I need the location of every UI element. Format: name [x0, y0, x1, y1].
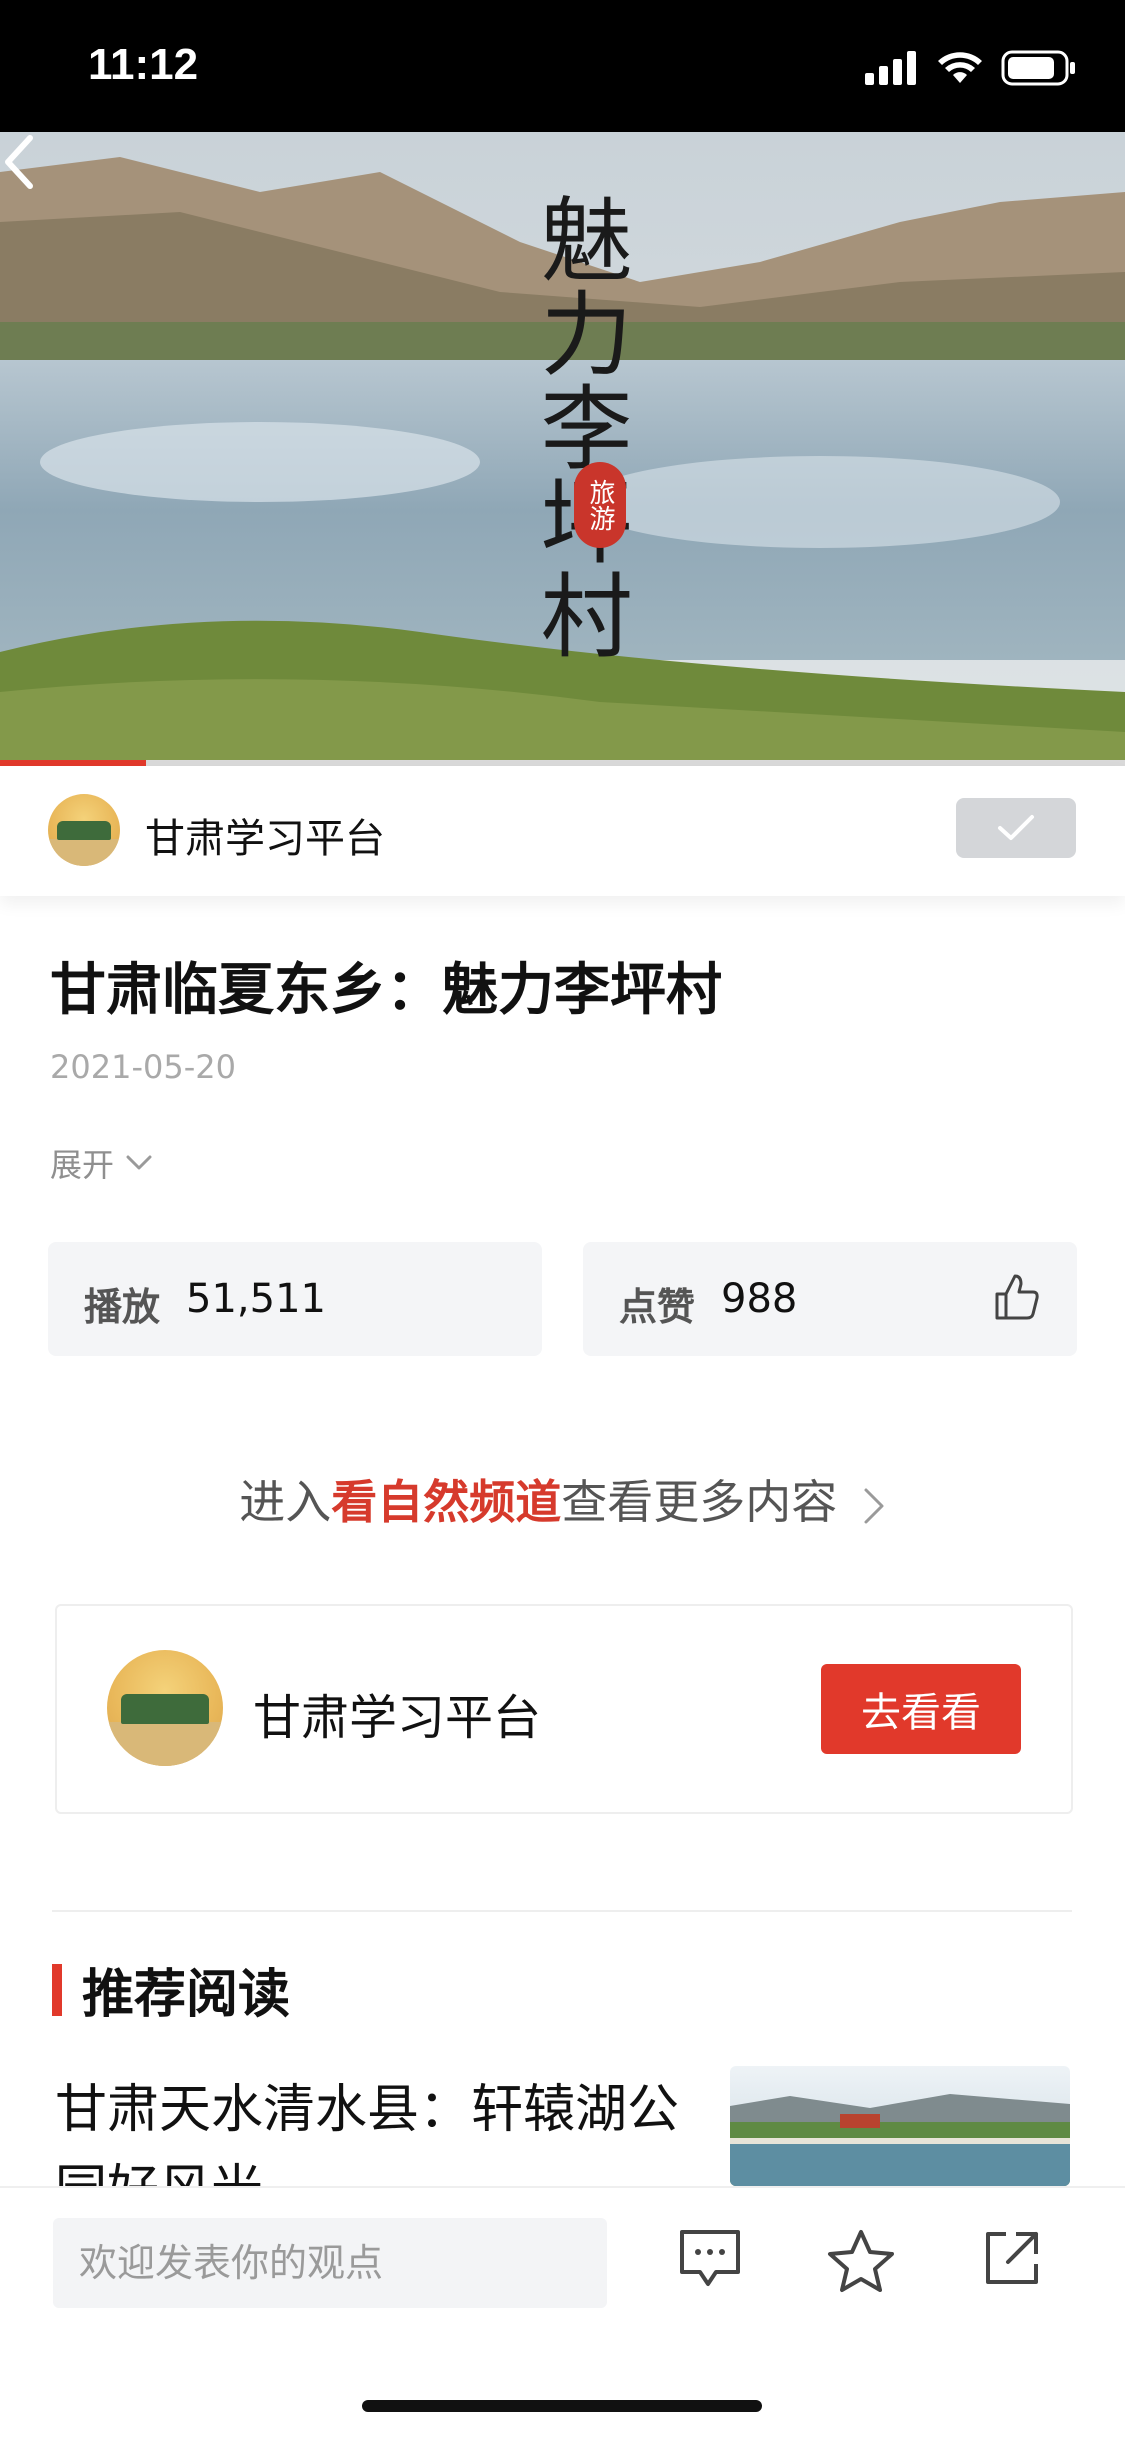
publisher-card-name[interactable]: 甘肃学习平台 — [253, 1678, 541, 1748]
video-player[interactable]: 魅力李坪村 旅游 — [0, 132, 1125, 766]
battery-icon — [1001, 50, 1075, 86]
comment-input[interactable]: 欢迎发表你的观点 — [53, 2218, 607, 2308]
recommend-section-title: 推荐阅读 — [82, 1964, 291, 2025]
channel-link-name: 看自然频道 — [331, 1475, 562, 1529]
section-accent-bar — [52, 1963, 62, 2016]
home-indicator — [362, 2400, 762, 2412]
like-box[interactable]: 点赞 988 — [583, 1242, 1077, 1356]
play-count: 51,511 — [186, 1276, 326, 1322]
lake-park-illustration — [730, 2094, 1070, 2186]
comment-icon[interactable] — [678, 2228, 742, 2288]
star-icon[interactable] — [826, 2228, 896, 2294]
expand-label: 展开 — [50, 1146, 115, 1184]
like-label: 点赞 — [619, 1284, 696, 1329]
go-see-button[interactable]: 去看看 — [821, 1664, 1021, 1754]
publisher-bar: 甘肃学习平台 — [0, 766, 1125, 896]
article-date: 2021-05-20 — [50, 1048, 236, 1086]
bottom-action-bar: 欢迎发表你的观点 — [0, 2186, 1125, 2438]
publisher-name[interactable]: 甘肃学习平台 — [145, 806, 385, 864]
wifi-icon — [938, 52, 982, 83]
chevron-down-icon — [126, 1155, 152, 1170]
thumbs-up-icon[interactable] — [993, 1272, 1041, 1322]
share-icon[interactable] — [982, 2228, 1042, 2288]
status-time: 11:12 — [88, 40, 199, 89]
publisher-avatar[interactable] — [48, 794, 120, 866]
play-label: 播放 — [84, 1284, 161, 1329]
recommend-item-thumbnail[interactable] — [730, 2066, 1070, 2186]
back-arrow-icon[interactable] — [0, 132, 40, 192]
channel-link-suffix: 查看更多内容 — [561, 1475, 838, 1529]
status-bar: 11:12 — [0, 0, 1125, 132]
follow-button[interactable] — [956, 798, 1076, 858]
signal-icon — [865, 51, 916, 85]
chevron-right-icon — [864, 1488, 884, 1523]
video-cover-seal: 旅游 — [574, 462, 626, 548]
like-count: 988 — [721, 1276, 798, 1322]
play-count-box: 播放 51,511 — [48, 1242, 542, 1356]
checkmark-icon — [998, 815, 1034, 840]
publisher-card: 甘肃学习平台 去看看 — [55, 1604, 1073, 1814]
expand-toggle[interactable]: 展开 — [50, 1140, 152, 1186]
article-title: 甘肃临夏东乡：魅力李坪村 — [50, 957, 722, 1023]
section-divider — [52, 1910, 1072, 1912]
video-cover-title: 魅力李坪村 — [525, 192, 632, 662]
status-icons — [863, 50, 1077, 86]
channel-link[interactable]: 进入看自然频道查看更多内容 — [0, 1466, 1125, 1532]
publisher-card-avatar[interactable] — [107, 1650, 223, 1766]
recommend-section-header: 推荐阅读 — [52, 1952, 290, 2027]
channel-link-prefix: 进入 — [239, 1475, 332, 1529]
